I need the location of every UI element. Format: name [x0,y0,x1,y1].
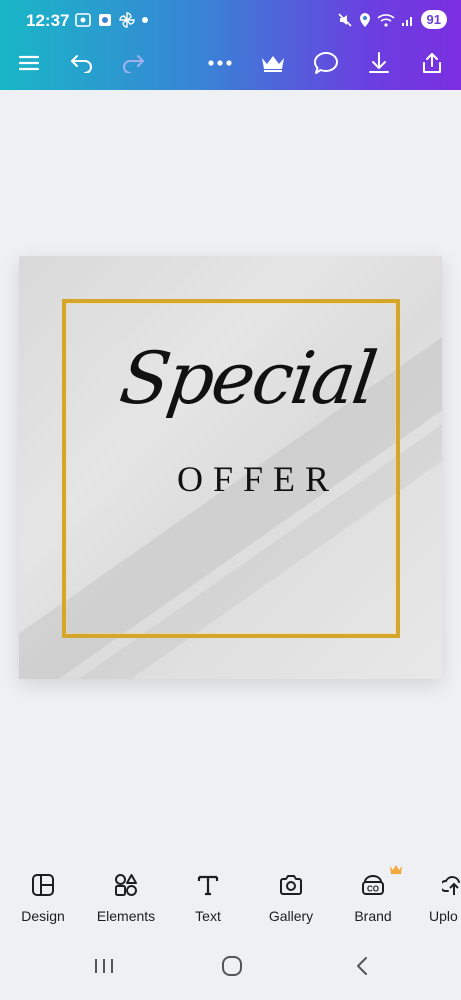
screenshot-icon [75,13,91,27]
undo-button[interactable] [65,46,99,80]
nav-text[interactable]: Text [168,870,248,924]
system-nav-bar [0,940,461,1000]
redo-button[interactable] [116,46,150,80]
nav-brand-label: Brand [354,908,392,924]
upload-icon [442,876,460,895]
mute-icon [337,12,352,27]
comment-icon [314,52,338,74]
editor-canvas-area: Special OFFER [0,90,461,860]
nav-uploads-label: Uplo [429,908,458,924]
recent-apps-button[interactable] [93,956,115,981]
undo-icon [71,55,92,73]
more-button[interactable] [203,46,237,80]
nav-design[interactable]: Design [3,870,83,924]
editor-toolbar [0,40,461,86]
nav-gallery-label: Gallery [268,908,314,924]
offer-text[interactable]: OFFER [177,458,339,500]
design-icon [32,874,54,896]
comment-button[interactable] [309,46,343,80]
home-button[interactable] [221,956,243,981]
nav-design-label: Design [21,908,65,924]
pinwheel-icon [119,12,135,28]
special-script-text[interactable]: Special [115,336,380,420]
share-icon [423,53,441,73]
download-button[interactable] [362,46,396,80]
premium-crown-badge-icon [390,865,402,874]
nav-text-label: Text [195,908,221,924]
crown-icon [262,56,284,72]
redo-icon [123,55,144,73]
app-notification-icon [99,14,111,26]
signal-icon [401,16,412,26]
menu-icon [18,55,40,71]
nav-brand[interactable]: CO Brand [333,865,413,924]
bottom-nav: Design Elements Text Gallery CO Brand Up… [0,860,461,940]
elements-icon [115,874,137,896]
svg-text:CO: CO [367,885,379,894]
top-header: 12:37 91 [0,0,461,90]
nav-elements-label: Elements [96,908,156,924]
location-icon [359,12,370,27]
status-icons-left [75,12,148,28]
status-icons-right: 91 [337,10,447,29]
text-icon [197,875,219,896]
nav-gallery[interactable]: Gallery [251,870,331,924]
recent-apps-icon [95,959,113,973]
status-bar: 12:37 91 [0,0,461,40]
status-time: 12:37 [26,11,70,30]
nav-uploads[interactable]: Uplo [416,870,461,924]
menu-button[interactable] [12,46,46,80]
camera-icon [280,875,302,895]
wifi-icon [376,13,395,27]
premium-button[interactable] [256,46,290,80]
more-icon [208,60,232,66]
download-icon [369,52,389,73]
back-icon [357,957,367,975]
brand-icon: CO [362,875,384,895]
dot-icon [142,17,148,23]
back-button[interactable] [352,956,372,981]
share-button[interactable] [415,46,449,80]
design-page[interactable]: Special OFFER [19,256,442,679]
home-icon [222,956,242,976]
nav-elements[interactable]: Elements [86,870,166,924]
battery-indicator: 91 [420,10,447,29]
